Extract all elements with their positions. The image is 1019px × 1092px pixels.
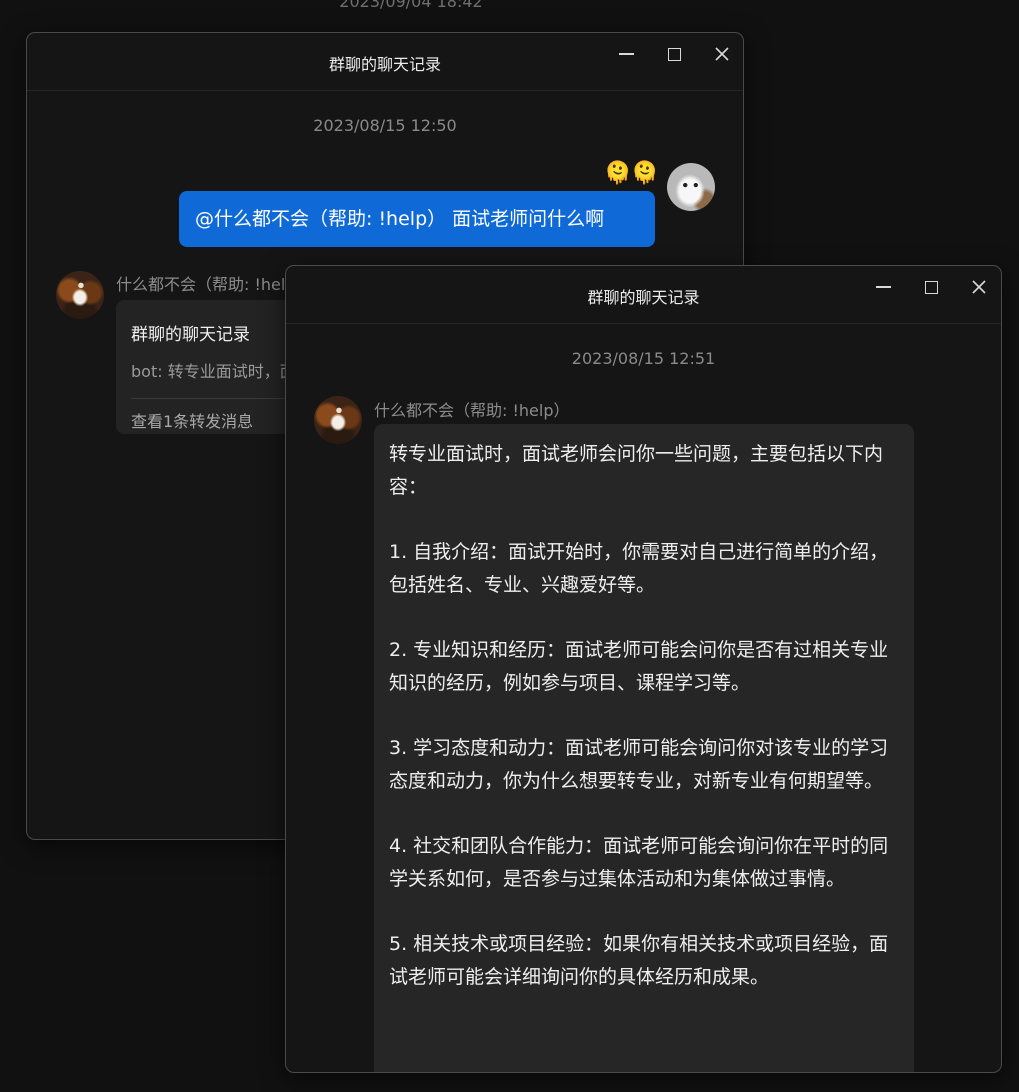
message-paragraph: 2. 专业知识和经历：面试老师可能会问你是否有过相关专业知识的经历，例如参与项目… <box>389 639 889 694</box>
avatar[interactable] <box>314 396 362 444</box>
received-message-bubble[interactable]: 转专业面试时，面试老师会问你一些问题，主要包括以下内容： 1. 自我介绍：面试开… <box>374 424 914 1072</box>
close-button[interactable] <box>964 272 994 302</box>
close-icon <box>715 47 729 61</box>
chat-history-window-front: 群聊的聊天记录 2023/08/15 12:51 什么都不会（帮助: !help… <box>285 265 1002 1073</box>
message-timestamp: 2023/08/15 12:50 <box>313 116 457 135</box>
minimize-button[interactable] <box>868 272 898 302</box>
minimize-button[interactable] <box>611 39 641 69</box>
emoji-reactions[interactable]: 🫠🫠 <box>604 161 659 187</box>
sender-name: 什么都不会（帮助: !help） <box>374 401 570 420</box>
close-icon <box>972 280 986 294</box>
sent-message-bubble[interactable]: @什么都不会（帮助: !help） 面试老师问什么啊 <box>179 191 655 247</box>
message-paragraph: 1. 自我介绍：面试开始时，你需要对自己进行简单的介绍，包括姓名、专业、兴趣爱好… <box>389 541 889 596</box>
message-paragraph: 4. 社交和团队合作能力：面试老师可能会询问你在平时的同学关系如何，是否参与过集… <box>389 835 889 890</box>
maximize-icon <box>924 280 938 294</box>
titlebar: 群聊的聊天记录 <box>286 266 1001 324</box>
minimize-icon <box>618 53 634 55</box>
avatar[interactable] <box>56 271 104 319</box>
message-paragraph: 转专业面试时，面试老师会问你一些问题，主要包括以下内容： <box>389 443 884 498</box>
background-timestamp: 2023/09/04 18:42 <box>339 0 483 11</box>
titlebar: 群聊的聊天记录 <box>27 33 743 91</box>
avatar[interactable] <box>667 163 715 211</box>
minimize-icon <box>875 286 891 288</box>
close-button[interactable] <box>707 39 737 69</box>
sender-name: 什么都不会（帮助: !help） <box>116 275 312 294</box>
maximize-icon <box>667 47 681 61</box>
message-paragraph: 3. 学习态度和动力：面试老师可能会询问你对该专业的学习态度和动力，你为什么想要… <box>389 737 889 792</box>
message-timestamp: 2023/08/15 12:51 <box>571 349 716 368</box>
maximize-button[interactable] <box>916 272 946 302</box>
maximize-button[interactable] <box>659 39 689 69</box>
message-paragraph: 5. 相关技术或项目经验：如果你有相关技术或项目经验，面试老师可能会详细询问你的… <box>389 933 889 988</box>
